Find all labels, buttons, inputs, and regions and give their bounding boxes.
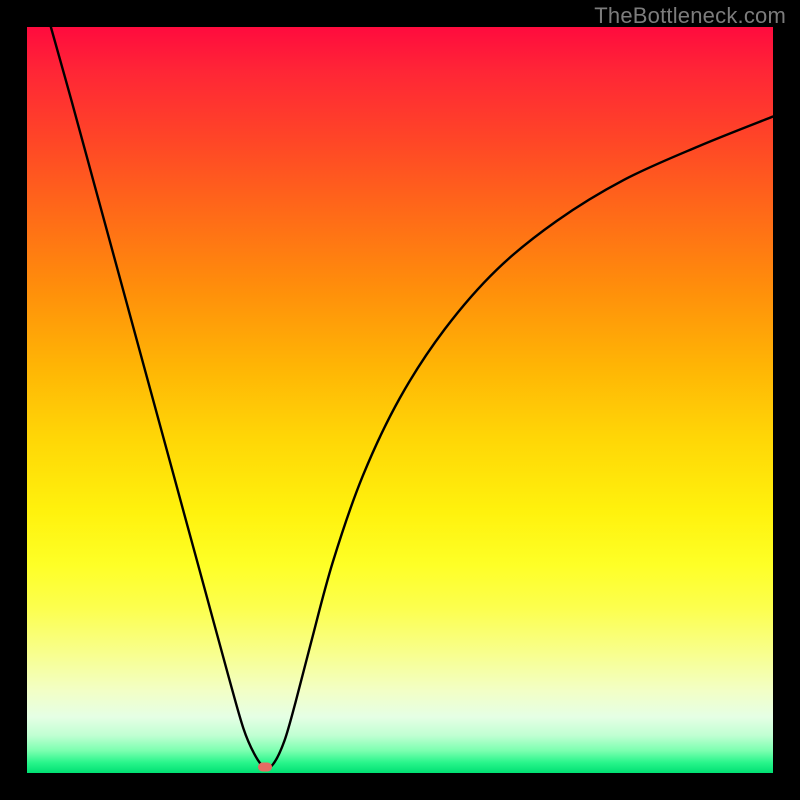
attribution-label: TheBottleneck.com xyxy=(594,3,786,29)
minimum-marker xyxy=(258,763,272,772)
bottleneck-curve xyxy=(51,27,773,768)
curve-svg xyxy=(27,27,773,773)
chart-frame: TheBottleneck.com xyxy=(0,0,800,800)
plot-area xyxy=(27,27,773,773)
